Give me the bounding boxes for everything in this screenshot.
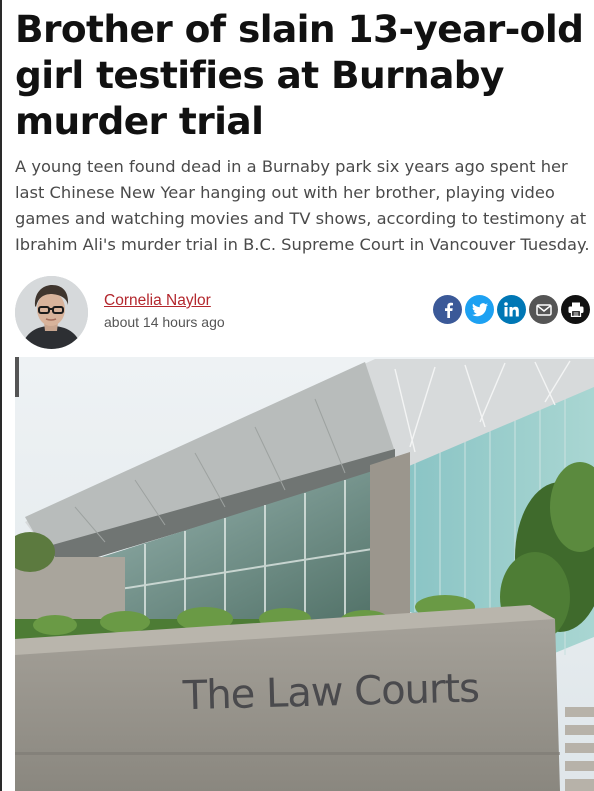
share-bar (433, 295, 590, 324)
article-headline: Brother of slain 13-year-old girl testif… (15, 7, 584, 143)
sign-text: The Law Courts (181, 666, 479, 720)
article: Brother of slain 13-year-old girl testif… (15, 0, 594, 791)
article-dek: A young teen found dead in a Burnaby par… (15, 157, 590, 254)
byline: Cornelia Naylor about 14 hours ago (15, 276, 590, 352)
share-linkedin-button[interactable] (497, 295, 526, 324)
author-link[interactable]: Cornelia Naylor (104, 292, 211, 310)
share-email-button[interactable] (529, 295, 558, 324)
facebook-icon (444, 302, 453, 318)
publish-time: about 14 hours ago (104, 314, 225, 330)
linkedin-icon (504, 302, 519, 317)
twitter-icon (471, 302, 488, 316)
print-button[interactable] (561, 295, 590, 324)
printer-icon (568, 302, 583, 317)
article-hero-image: The Law Courts (15, 357, 594, 791)
share-facebook-button[interactable] (433, 295, 462, 324)
page-edge-rule (0, 0, 2, 791)
envelope-icon (535, 303, 552, 316)
author-avatar[interactable] (15, 276, 88, 349)
share-twitter-button[interactable] (465, 295, 494, 324)
